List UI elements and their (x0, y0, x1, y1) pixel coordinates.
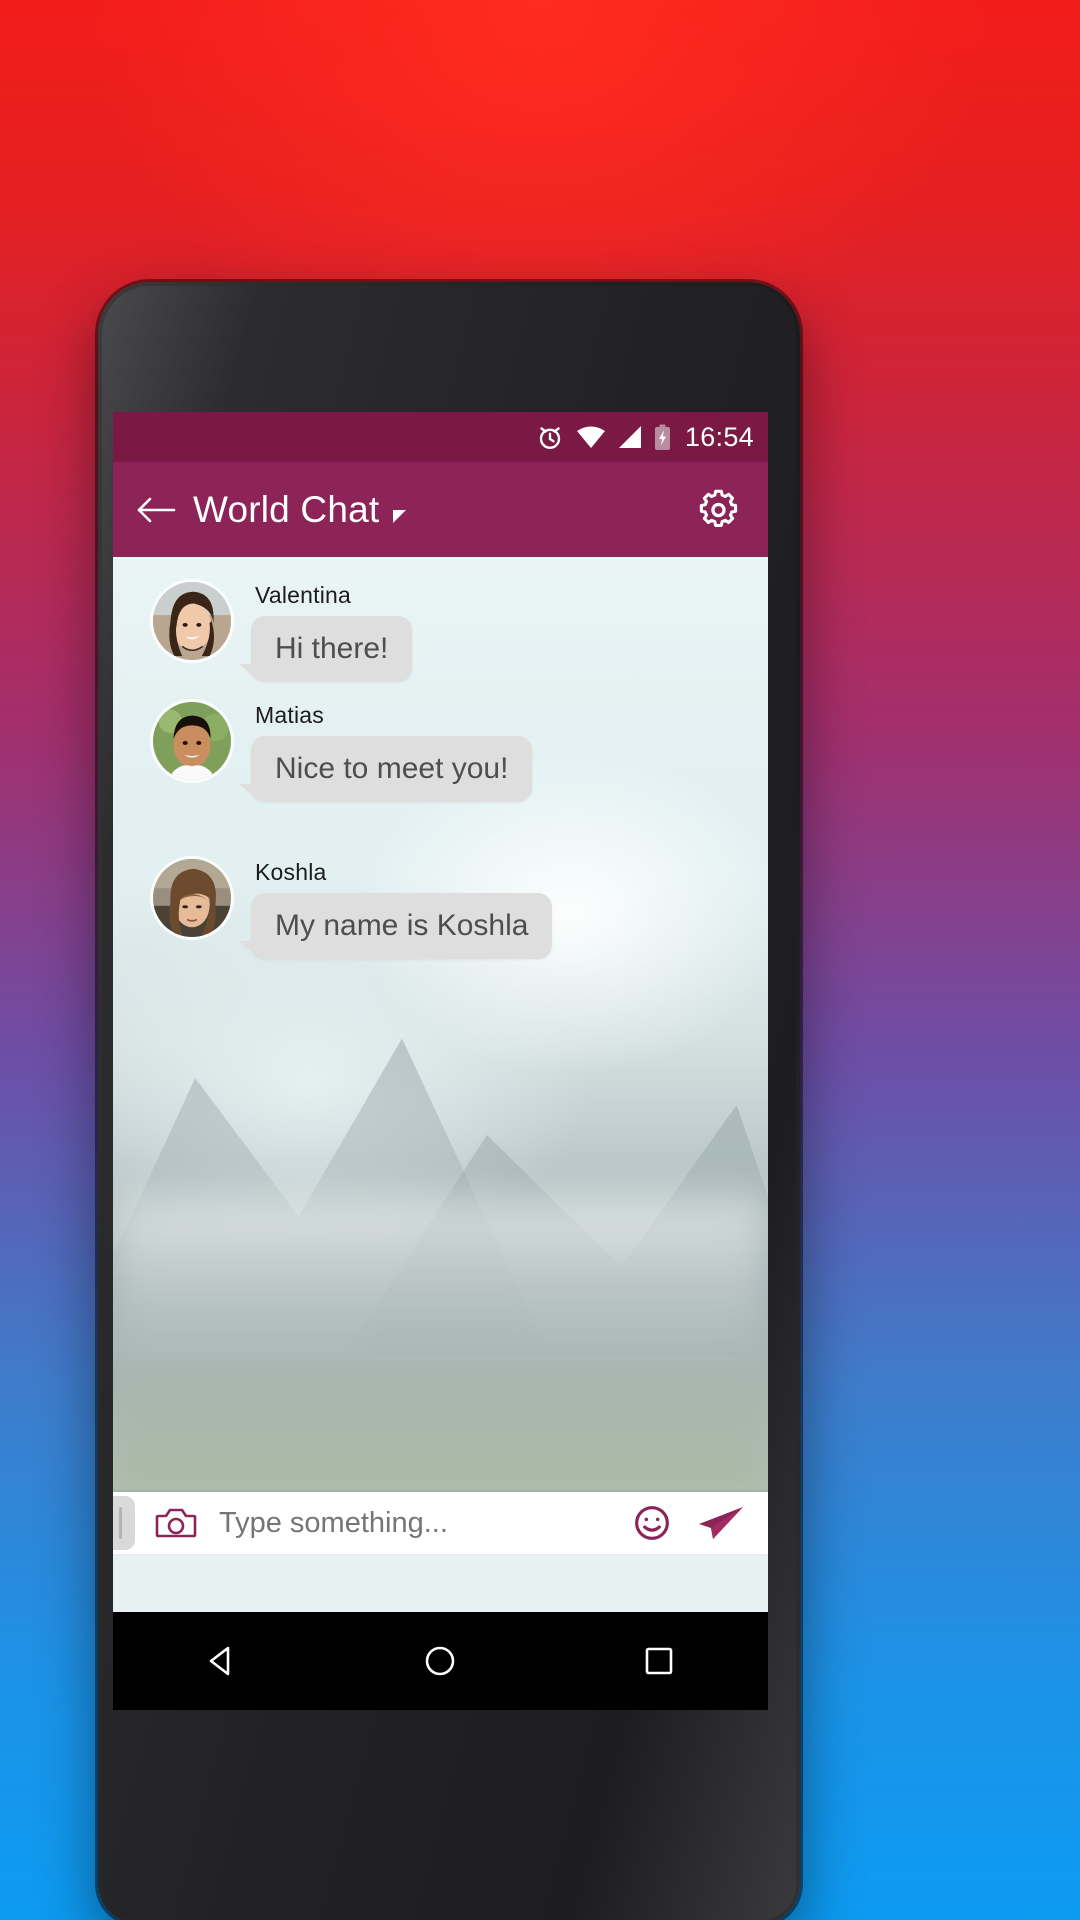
circle-home-key[interactable] (410, 1631, 470, 1691)
phone-screen: 16:54 World Chat Valentina Hi there! Mat… (113, 412, 768, 1612)
attachment-drawer-handle[interactable] (113, 1496, 135, 1550)
wallpaper-haze (113, 1197, 768, 1377)
dropdown-caret-icon[interactable] (393, 510, 407, 523)
message-sender-name: Matias (255, 702, 324, 728)
battery-charging-icon (654, 424, 671, 451)
gear-icon[interactable] (692, 482, 748, 538)
status-bar-clock: 16:54 (684, 421, 754, 452)
chat-message-item[interactable]: Valentina Hi there! (153, 582, 413, 682)
page-title: World Chat (193, 488, 380, 530)
message-input[interactable] (219, 1506, 630, 1540)
signal-icon (617, 425, 643, 449)
wallpaper-foliage (113, 1362, 768, 1492)
alarm-icon (535, 422, 565, 452)
message-sender-name: Koshla (255, 859, 327, 885)
back-arrow-icon[interactable] (133, 487, 179, 533)
status-bar: 16:54 (113, 412, 768, 462)
message-input-bar (113, 1492, 768, 1554)
triangle-back-key[interactable] (192, 1631, 252, 1691)
android-navigation-bar (113, 1612, 768, 1710)
chat-message-item[interactable]: Matias Nice to meet you! (153, 702, 533, 802)
square-recents-key[interactable] (629, 1631, 689, 1691)
phone-device-frame: 16:54 World Chat Valentina Hi there! Mat… (98, 282, 800, 1920)
app-bar: World Chat (113, 462, 768, 557)
smiley-icon[interactable] (630, 1501, 674, 1545)
message-sender-name: Valentina (255, 582, 352, 608)
wifi-icon (576, 425, 606, 449)
message-bubble[interactable]: Nice to meet you! (238, 736, 533, 802)
camera-icon[interactable] (153, 1500, 199, 1546)
chat-message-list[interactable]: Valentina Hi there! Matias Nice to meet … (113, 557, 768, 1492)
avatar[interactable] (153, 859, 231, 937)
avatar[interactable] (153, 702, 231, 780)
message-bubble[interactable]: My name is Koshla (238, 893, 553, 959)
avatar[interactable] (153, 582, 231, 660)
message-bubble[interactable]: Hi there! (238, 616, 413, 682)
send-arrow-icon[interactable] (696, 1498, 746, 1548)
chat-message-item[interactable]: Koshla My name is Koshla (153, 859, 553, 959)
